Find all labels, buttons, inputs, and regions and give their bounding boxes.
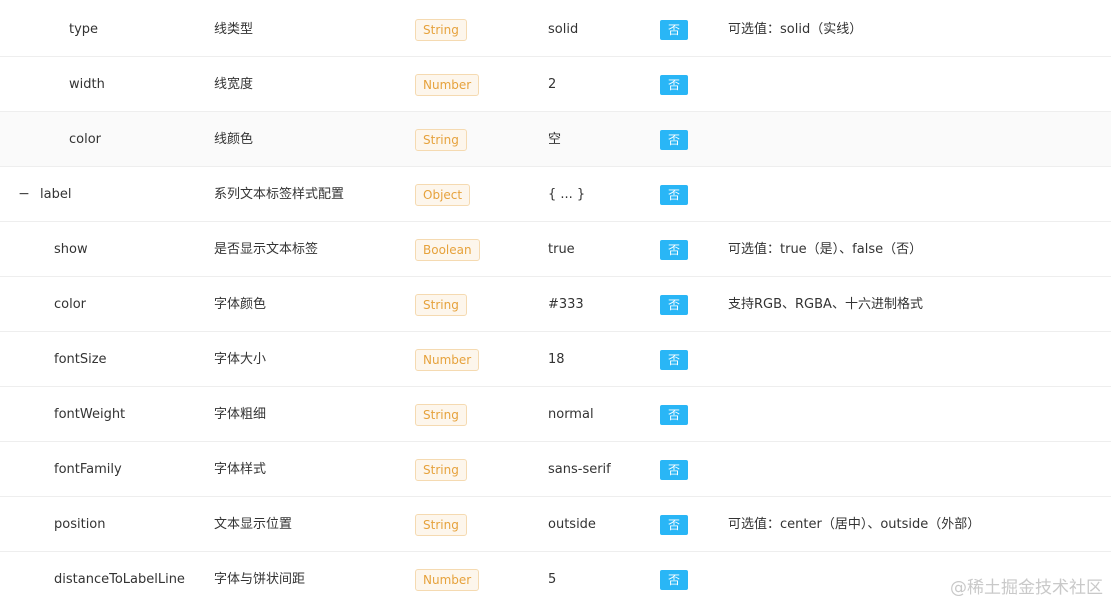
type-tag: String xyxy=(415,513,467,536)
table-row: fontWeight 字体粗细 String normal 否 xyxy=(0,387,1111,442)
param-default: 2 xyxy=(548,77,557,92)
required-tag: 否 xyxy=(660,19,688,40)
required-tag: 否 xyxy=(660,349,688,370)
param-note xyxy=(728,57,1108,112)
table-row: width 线宽度 Number 2 否 xyxy=(0,57,1111,112)
param-note xyxy=(728,167,1108,222)
type-tag: String xyxy=(415,293,467,316)
required-tag: 否 xyxy=(660,514,688,535)
table-row: color 字体颜色 String #333 否 支持RGB、RGBA、十六进制… xyxy=(0,277,1111,332)
config-table: type 线类型 String solid 否 可选值：solid（实线） wi… xyxy=(0,0,1111,606)
table-row: type 线类型 String solid 否 可选值：solid（实线） xyxy=(0,2,1111,57)
table-row: fontFamily 字体样式 String sans-serif 否 xyxy=(0,442,1111,497)
collapse-icon[interactable]: − xyxy=(18,167,30,222)
param-desc: 文本显示位置 xyxy=(214,517,293,532)
param-desc: 线宽度 xyxy=(214,77,254,92)
param-default: true xyxy=(548,242,575,257)
type-tag: String xyxy=(415,403,467,426)
required-tag: 否 xyxy=(660,459,688,480)
param-desc: 字体颜色 xyxy=(214,297,267,312)
param-note: 可选值：center（居中）、outside（外部） xyxy=(728,517,981,532)
param-note: 可选值：solid（实线） xyxy=(728,22,863,37)
required-tag: 否 xyxy=(660,404,688,425)
table-row: distanceToLabelLine 字体与饼状间距 Number 5 否 xyxy=(0,552,1111,606)
param-default: outside xyxy=(548,517,596,532)
param-note: 支持RGB、RGBA、十六进制格式 xyxy=(728,297,923,312)
param-desc: 线类型 xyxy=(214,22,254,37)
param-default: normal xyxy=(548,407,594,422)
table-row: fontSize 字体大小 Number 18 否 xyxy=(0,332,1111,387)
type-tag: String xyxy=(415,458,467,481)
param-default: solid xyxy=(548,22,579,37)
type-tag: Object xyxy=(415,183,471,206)
type-tag: String xyxy=(415,18,467,41)
param-default: 18 xyxy=(548,352,565,367)
param-desc: 系列文本标签样式配置 xyxy=(214,187,345,202)
type-tag: Number xyxy=(415,348,480,371)
type-tag: String xyxy=(415,128,467,151)
param-desc: 线颜色 xyxy=(214,132,254,147)
param-desc: 字体样式 xyxy=(214,462,267,477)
param-desc: 字体粗细 xyxy=(214,407,267,422)
param-default: sans-serif xyxy=(548,462,611,477)
param-desc: 是否显示文本标签 xyxy=(214,242,319,257)
param-note xyxy=(728,387,1108,442)
param-name: label xyxy=(40,187,72,202)
required-tag: 否 xyxy=(660,239,688,260)
param-note xyxy=(728,112,1108,167)
table-row: position 文本显示位置 String outside 否 可选值：cen… xyxy=(0,497,1111,552)
param-note xyxy=(728,332,1108,387)
param-note xyxy=(728,442,1108,497)
param-desc: 字体大小 xyxy=(214,352,267,367)
required-tag: 否 xyxy=(660,74,688,95)
type-tag: Number xyxy=(415,568,480,591)
required-tag: 否 xyxy=(660,184,688,205)
param-note: 可选值：true（是）、false（否） xyxy=(728,242,923,257)
param-default: 5 xyxy=(548,572,557,587)
watermark: @稀土掘金技术社区 xyxy=(950,578,1103,598)
required-tag: 否 xyxy=(660,569,688,590)
table-row: − label 系列文本标签样式配置 Object { ... } 否 xyxy=(0,167,1111,222)
type-tag: Boolean xyxy=(415,238,480,261)
table-row: show 是否显示文本标签 Boolean true 否 可选值：true（是）… xyxy=(0,222,1111,277)
param-default: { ... } xyxy=(548,187,586,202)
type-tag: Number xyxy=(415,73,480,96)
required-tag: 否 xyxy=(660,129,688,150)
param-desc: 字体与饼状间距 xyxy=(214,572,306,587)
param-default: #333 xyxy=(548,297,584,312)
required-tag: 否 xyxy=(660,294,688,315)
param-default: 空 xyxy=(548,132,562,147)
table-row: color 线颜色 String 空 否 xyxy=(0,112,1111,167)
